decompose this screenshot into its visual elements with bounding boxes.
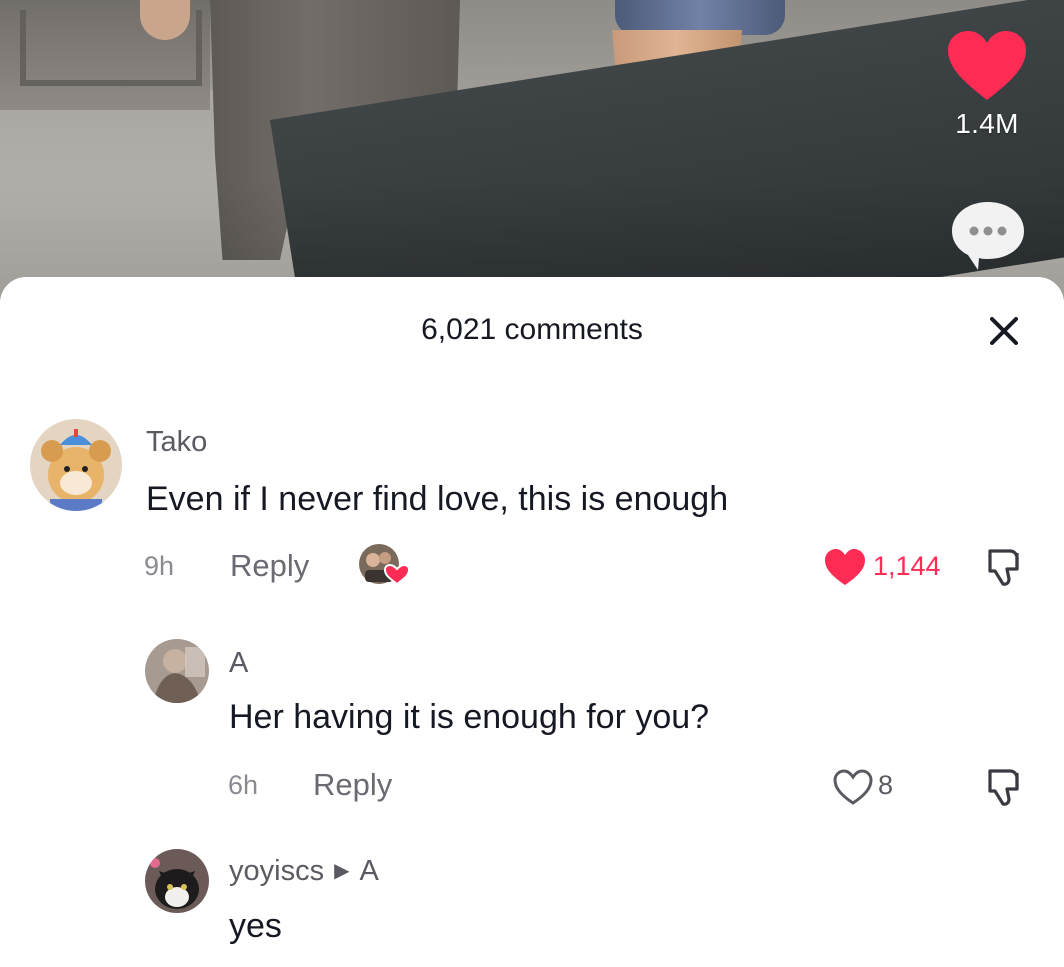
like-count: 8 (878, 770, 894, 800)
video-like-count: 1.4M (955, 108, 1019, 139)
thumbs-down-icon[interactable] (984, 765, 1026, 809)
comments-count-title: 6,021 comments (421, 313, 643, 346)
comment-time: 6h (228, 770, 259, 800)
avatar[interactable] (30, 419, 122, 511)
video-like-group[interactable]: 1.4M (946, 30, 1028, 140)
reply-arrow-icon: ▶ (334, 860, 350, 882)
comment-bubble-icon[interactable] (948, 198, 1028, 272)
like-count: 1,144 (873, 551, 941, 581)
heart-icon[interactable] (823, 547, 867, 587)
comment-time: 9h (144, 551, 175, 581)
video-shade (0, 0, 1064, 300)
comment-username[interactable]: yoyiscs ▶ A (229, 855, 379, 888)
reply-button[interactable]: Reply (230, 548, 309, 584)
avatar[interactable] (145, 639, 209, 703)
heart-icon[interactable] (946, 30, 1028, 102)
comment-text: Even if I never find love, this is enoug… (146, 480, 729, 518)
comment-text: yes (229, 907, 282, 945)
heart-outline-icon[interactable] (831, 767, 875, 807)
reply-author[interactable]: yoyiscs (229, 855, 324, 887)
video-player[interactable] (0, 0, 1064, 300)
avatar[interactable] (145, 849, 209, 913)
thumbs-down-icon[interactable] (984, 545, 1026, 589)
close-icon[interactable] (984, 311, 1024, 351)
reply-button[interactable]: Reply (313, 767, 392, 803)
comment-text: Her having it is enough for you? (229, 698, 710, 736)
comments-sheet: 6,021 comments Tako Even if I never find… (0, 277, 1064, 967)
comment-username[interactable]: Tako (146, 426, 207, 459)
comment-username[interactable]: A (229, 647, 248, 680)
creator-liked-badge (357, 542, 411, 588)
reply-to-username[interactable]: A (359, 855, 378, 887)
